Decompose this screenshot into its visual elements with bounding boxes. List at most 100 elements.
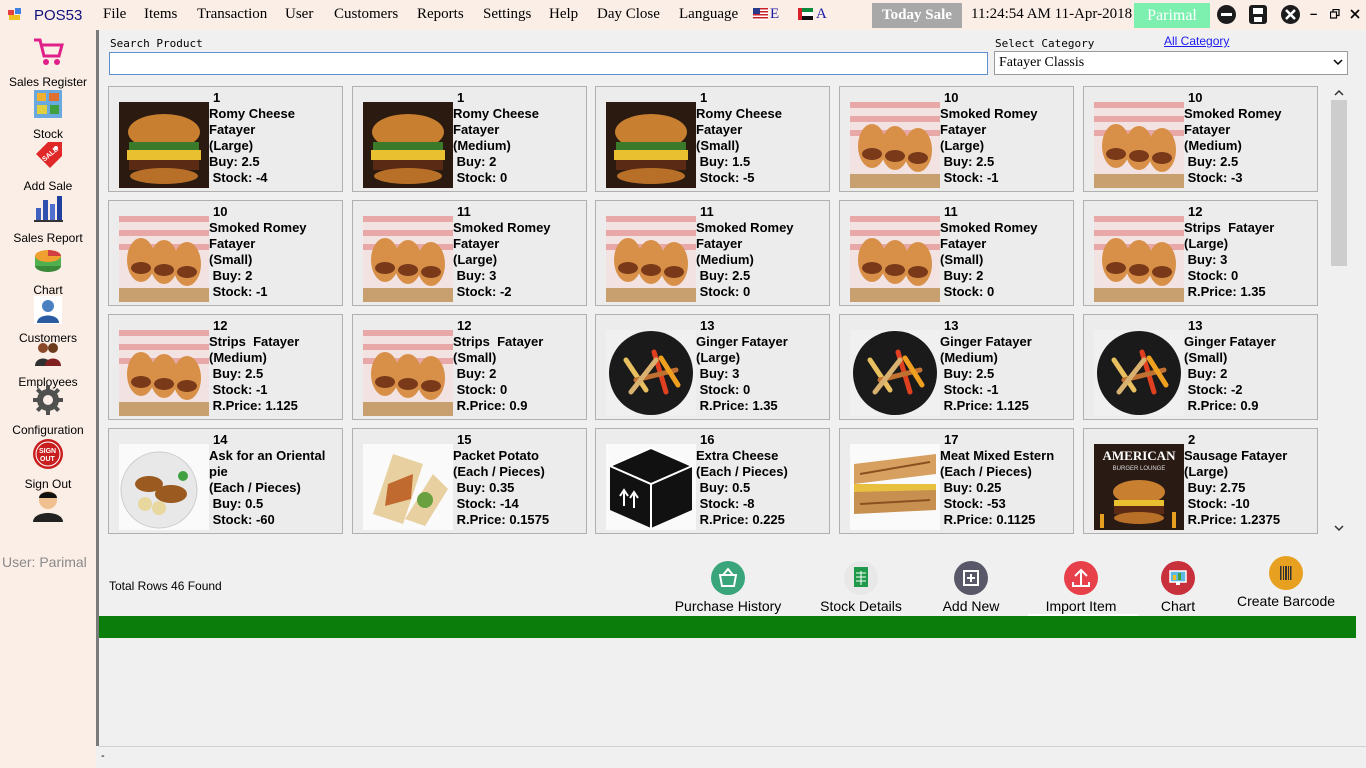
menu-reports[interactable]: Reports — [417, 6, 464, 23]
import-item-underline — [1028, 614, 1138, 616]
product-card[interactable]: 12 Strips Fatayer (Large) Buy: 3 Stock: 0… — [1083, 200, 1318, 306]
product-card[interactable]: 1 Romy Cheese Fatayer (Large) Buy: 2.5 St… — [108, 86, 343, 192]
menu-items[interactable]: Items — [144, 6, 177, 23]
sidebar-item-employees[interactable]: Employees — [0, 340, 96, 389]
import-item-button[interactable]: Import Item — [1036, 561, 1126, 614]
product-card[interactable]: 13 Ginger Fatayer (Medium) Buy: 2.5 Stock… — [839, 314, 1074, 420]
pie-chart-icon — [35, 250, 61, 272]
category-select[interactable]: Fatayer Classis — [994, 51, 1348, 75]
purchase-history-button[interactable]: Purchase History — [668, 561, 788, 614]
scroll-thumb[interactable] — [1331, 100, 1347, 266]
menu-customers[interactable]: Customers — [334, 6, 398, 23]
product-code: 11 — [700, 204, 714, 219]
sidebar-item-add-sale[interactable]: SALE Add Sale — [0, 140, 96, 193]
product-card[interactable]: 10 Smoked Romey Fatayer (Small) Buy: 2 St… — [108, 200, 343, 306]
product-code: 13 — [700, 318, 715, 333]
product-code: 1 — [457, 90, 465, 105]
app-title: POS53 — [34, 7, 83, 24]
product-image — [850, 330, 940, 416]
us-flag-icon[interactable] — [753, 8, 768, 20]
menu-file[interactable]: File — [103, 6, 126, 23]
american-logo-line2: BURGER LOUNGE — [1113, 466, 1166, 472]
product-card[interactable]: 12 Strips Fatayer (Small) Buy: 2 Stock: 0… — [352, 314, 587, 420]
product-details: Sausage Fatayer (Large) Buy: 2.75 Stock:… — [1184, 448, 1288, 527]
lang-english-label[interactable]: E — [770, 6, 779, 23]
spreadsheet-icon — [844, 561, 878, 595]
product-card[interactable]: 17 Meat Mixed Estern (Each / Pieces) Buy:… — [839, 428, 1074, 534]
product-details: Romy Cheese Fatayer (Small) Buy: 1.5 Sto… — [696, 106, 782, 185]
product-card[interactable]: 11 Smoked Romey Fatayer (Medium) Buy: 2.5… — [595, 200, 830, 306]
product-card[interactable]: 12 Strips Fatayer (Medium) Buy: 2.5 Stock… — [108, 314, 343, 420]
menu-help[interactable]: Help — [549, 6, 578, 23]
sidebar-item-sales-register[interactable]: Sales Register — [0, 36, 96, 89]
product-card[interactable]: 1 Romy Cheese Fatayer (Medium) Buy: 2 Sto… — [352, 86, 587, 192]
search-product-input[interactable] — [109, 52, 988, 75]
sidebar-item-chart[interactable]: Chart — [0, 244, 96, 297]
lang-arabic-label[interactable]: A — [816, 6, 827, 23]
product-details: Smoked Romey Fatayer (Medium) Buy: 2.5 S… — [1184, 106, 1282, 185]
product-card[interactable]: 11 Smoked Romey Fatayer (Large) Buy: 3 St… — [352, 200, 587, 306]
close-circle-button[interactable] — [1281, 5, 1300, 24]
product-details: Ask for an Oriental pie (Each / Pieces) … — [209, 448, 326, 527]
product-image — [606, 444, 696, 530]
sidebar-item-sales-report[interactable]: Sales Report — [0, 192, 96, 245]
window-minimize-button[interactable]: – — [1310, 6, 1317, 21]
today-sale-button[interactable]: Today Sale — [872, 3, 962, 28]
chart-button[interactable]: Chart — [1148, 561, 1208, 614]
menu-user[interactable]: User — [285, 6, 313, 23]
product-card[interactable]: 10 Smoked Romey Fatayer (Medium) Buy: 2.5… — [1083, 86, 1318, 192]
menu-transaction[interactable]: Transaction — [197, 6, 267, 23]
stock-details-button[interactable]: Stock Details — [811, 561, 911, 614]
product-card[interactable]: AMERICAN BURGER LOUNGE 2 Sausage Fatayer (L… — [1083, 428, 1318, 534]
add-new-button[interactable]: Add New — [931, 561, 1011, 614]
product-details: Romy Cheese Fatayer (Medium) Buy: 2 Stoc… — [453, 106, 539, 185]
chevron-down-icon — [1333, 59, 1343, 66]
product-card[interactable]: 10 Smoked Romey Fatayer (Large) Buy: 2.5 … — [839, 86, 1074, 192]
product-card[interactable]: 15 Packet Potato (Each / Pieces) Buy: 0.3… — [352, 428, 587, 534]
product-image — [1094, 216, 1184, 302]
product-card[interactable]: 16 Extra Cheese (Each / Pieces) Buy: 0.5 … — [595, 428, 830, 534]
product-details: Ginger Fatayer (Large) Buy: 3 Stock: 0 R… — [696, 334, 788, 413]
scroll-down-icon[interactable] — [1334, 524, 1344, 532]
product-card[interactable]: 13 Ginger Fatayer (Large) Buy: 3 Stock: 0… — [595, 314, 830, 420]
product-image — [850, 216, 940, 302]
product-card[interactable]: 1 Romy Cheese Fatayer (Small) Buy: 1.5 St… — [595, 86, 830, 192]
scroll-up-icon[interactable] — [1334, 89, 1344, 97]
app-logo-icon[interactable] — [8, 8, 22, 20]
basket-icon — [711, 561, 745, 595]
sidebar-label: Sales Register — [8, 75, 88, 89]
product-code: 10 — [213, 204, 228, 219]
product-image — [363, 444, 453, 530]
product-details: Meat Mixed Estern (Each / Pieces) Buy: 0… — [940, 448, 1055, 527]
product-code: 12 — [213, 318, 228, 333]
sidebar-item-stock[interactable]: Stock — [0, 88, 96, 141]
product-image — [363, 216, 453, 302]
window-close-icon[interactable] — [1350, 9, 1360, 19]
all-category-link[interactable]: All Category — [1164, 34, 1229, 48]
action-label: Import Item — [1045, 598, 1117, 614]
sidebar-item-customers[interactable]: Customers — [0, 296, 96, 345]
total-rows-label: Total Rows 46 Found — [109, 579, 222, 593]
save-button[interactable] — [1249, 5, 1267, 24]
minimize-circle-button[interactable] — [1217, 5, 1236, 24]
product-grid-scrollbar[interactable] — [1330, 86, 1348, 536]
product-card[interactable]: 13 Ginger Fatayer (Small) Buy: 2 Stock: -… — [1083, 314, 1318, 420]
product-code: 1 — [700, 90, 708, 105]
sidebar-item-configuration[interactable]: Configuration — [0, 384, 96, 437]
upload-icon — [1064, 561, 1098, 595]
product-card[interactable]: 14 Ask for an Oriental pie (Each / Pieces… — [108, 428, 343, 534]
menu-language[interactable]: Language — [679, 6, 738, 23]
create-barcode-button[interactable]: Create Barcode — [1228, 556, 1344, 609]
menu-settings[interactable]: Settings — [483, 6, 531, 23]
product-image — [119, 102, 209, 188]
sale-tag-icon: SALE — [36, 142, 62, 168]
product-code: 12 — [1188, 204, 1203, 219]
uae-flag-icon[interactable] — [798, 8, 813, 20]
product-details: Extra Cheese (Each / Pieces) Buy: 0.5 St… — [696, 448, 788, 527]
sidebar-item-sign-out[interactable]: SIGN OUT Sign Out — [0, 438, 96, 491]
product-code: 10 — [1188, 90, 1203, 105]
menu-day-close[interactable]: Day Close — [597, 6, 660, 23]
product-card[interactable]: 11 Smoked Romey Fatayer (Small) Buy: 2 St… — [839, 200, 1074, 306]
product-image — [606, 102, 696, 188]
window-restore-icon[interactable] — [1330, 9, 1340, 19]
